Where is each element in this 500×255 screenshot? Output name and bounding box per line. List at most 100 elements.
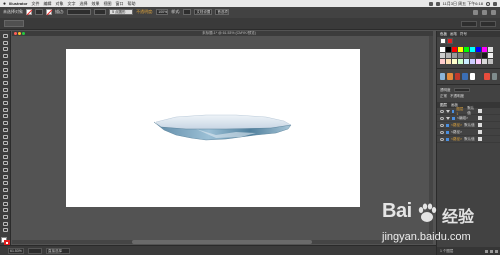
eyedropper-tool-icon[interactable] <box>2 181 8 186</box>
layer-target-icon[interactable] <box>478 123 482 127</box>
clock[interactable]: 11月3日 周五 下午6:18 <box>443 1 483 7</box>
layer-row[interactable]: <路径> 默认值 <box>437 136 500 143</box>
swatch[interactable] <box>446 53 451 58</box>
swatch[interactable] <box>446 59 451 64</box>
zoom-field[interactable]: 61.53% <box>8 247 24 254</box>
menu-object[interactable]: 对象 <box>55 1 63 7</box>
search-stock-field[interactable] <box>480 20 496 27</box>
tab-layers[interactable]: 图层 <box>440 103 447 108</box>
swatch[interactable] <box>470 53 475 58</box>
preferences-button[interactable]: 首选项 <box>215 9 230 15</box>
menu-effect[interactable]: 效果 <box>91 1 99 7</box>
layer-target-icon[interactable] <box>478 137 482 141</box>
visibility-eye-icon[interactable] <box>440 130 444 134</box>
visibility-eye-icon[interactable] <box>440 123 444 127</box>
shaper-tool-icon[interactable] <box>2 101 8 106</box>
swatch[interactable] <box>482 59 487 64</box>
eraser-tool-icon[interactable] <box>2 114 8 119</box>
rotate-tool-icon[interactable] <box>2 121 8 126</box>
paintbrush-tool-icon[interactable] <box>2 94 8 99</box>
rectangle-tool-icon[interactable] <box>2 87 8 92</box>
layer-row[interactable]: <路径> 默认值 <box>437 122 500 129</box>
ice-illustration[interactable] <box>66 49 360 207</box>
type-tool-icon[interactable] <box>2 74 8 79</box>
arrange-icon[interactable] <box>473 9 478 15</box>
brush-definition[interactable]: 5 点圆形 <box>109 9 134 15</box>
swatch[interactable] <box>452 47 457 52</box>
visibility-eye-icon[interactable] <box>440 137 444 141</box>
style-dropdown[interactable] <box>183 9 192 15</box>
variable-width-dropdown[interactable] <box>94 9 107 15</box>
artboard[interactable] <box>66 49 360 207</box>
stroke-swatch[interactable] <box>46 9 52 15</box>
swatch[interactable] <box>452 59 457 64</box>
expand-arrow-icon[interactable] <box>445 109 450 113</box>
blend-mode-value[interactable]: 正常 <box>440 94 447 99</box>
lasso-tool-icon[interactable] <box>2 54 8 59</box>
swatch[interactable] <box>446 47 451 52</box>
wifi-icon[interactable] <box>428 1 433 6</box>
scale-tool-icon[interactable] <box>2 127 8 132</box>
menu-select[interactable]: 选择 <box>79 1 87 7</box>
swatch[interactable] <box>488 59 493 64</box>
swatch[interactable] <box>464 47 469 52</box>
graphic-style-swatch[interactable] <box>476 73 483 80</box>
swatch[interactable] <box>458 47 463 52</box>
swatch[interactable] <box>482 53 487 58</box>
menu-help[interactable]: 帮助 <box>127 1 135 7</box>
swatch-registration[interactable] <box>447 38 453 44</box>
swatch[interactable] <box>470 47 475 52</box>
tab-swatches[interactable]: 色板 <box>440 32 447 37</box>
swatch[interactable] <box>488 53 493 58</box>
swatch[interactable] <box>476 53 481 58</box>
direct-selection-tool-icon[interactable] <box>2 40 8 45</box>
swatch[interactable] <box>470 59 475 64</box>
swatch[interactable] <box>464 59 469 64</box>
swatch[interactable] <box>452 53 457 58</box>
layer-row[interactable]: <路径> <box>437 129 500 136</box>
arrange-documents-button[interactable] <box>4 20 24 27</box>
swatch[interactable] <box>440 47 445 52</box>
fill-stroke-control[interactable] <box>0 237 10 247</box>
swatch[interactable] <box>488 47 493 52</box>
swatch[interactable] <box>458 59 463 64</box>
graphic-style-swatch[interactable] <box>491 73 497 80</box>
workspace-icon[interactable] <box>482 9 487 15</box>
menu-edit[interactable]: 编辑 <box>43 1 51 7</box>
fill-dropdown[interactable] <box>35 9 43 15</box>
expand-arrow-icon[interactable] <box>446 116 450 120</box>
mesh-tool-icon[interactable] <box>2 168 8 173</box>
artboard-navigation[interactable] <box>28 247 42 254</box>
horizontal-scroll-thumb[interactable] <box>132 240 312 244</box>
zoom-tool-icon[interactable] <box>2 228 8 233</box>
notification-icon[interactable] <box>493 1 497 6</box>
graphic-style-swatch[interactable] <box>484 73 490 80</box>
layer-target-icon[interactable] <box>478 130 482 134</box>
visibility-eye-icon[interactable] <box>440 109 444 113</box>
ice-top-surface[interactable] <box>155 114 292 130</box>
warp-tool-icon[interactable] <box>2 141 8 146</box>
battery-icon[interactable] <box>435 1 440 6</box>
layer-row[interactable]: <编组> <box>437 115 500 122</box>
close-icon[interactable] <box>14 32 17 35</box>
layer-row[interactable]: 图层 1 默认值 <box>437 106 500 116</box>
perspective-grid-tool-icon[interactable] <box>2 161 8 166</box>
fill-swatch[interactable] <box>26 9 32 15</box>
line-tool-icon[interactable] <box>2 80 8 85</box>
free-transform-tool-icon[interactable] <box>2 147 8 152</box>
graphic-style-swatch[interactable] <box>469 73 475 80</box>
selection-tool-icon[interactable] <box>2 34 8 38</box>
spotlight-icon[interactable] <box>486 1 490 6</box>
document-setup-button[interactable]: 文档设置 <box>194 9 213 15</box>
swatch[interactable] <box>476 59 481 64</box>
menu-file[interactable]: 文件 <box>31 1 39 7</box>
magic-wand-tool-icon[interactable] <box>2 47 8 52</box>
opacity-link[interactable]: 不透明度: <box>136 9 153 15</box>
graphic-style-swatch[interactable] <box>462 73 468 80</box>
shape-builder-tool-icon[interactable] <box>2 154 8 159</box>
workspace-dropdown[interactable] <box>461 20 477 27</box>
pencil-tool-icon[interactable] <box>2 107 8 112</box>
tab-brushes[interactable]: 画笔 <box>450 32 457 37</box>
swatch[interactable] <box>440 53 445 58</box>
symbol-sprayer-tool-icon[interactable] <box>2 194 8 199</box>
